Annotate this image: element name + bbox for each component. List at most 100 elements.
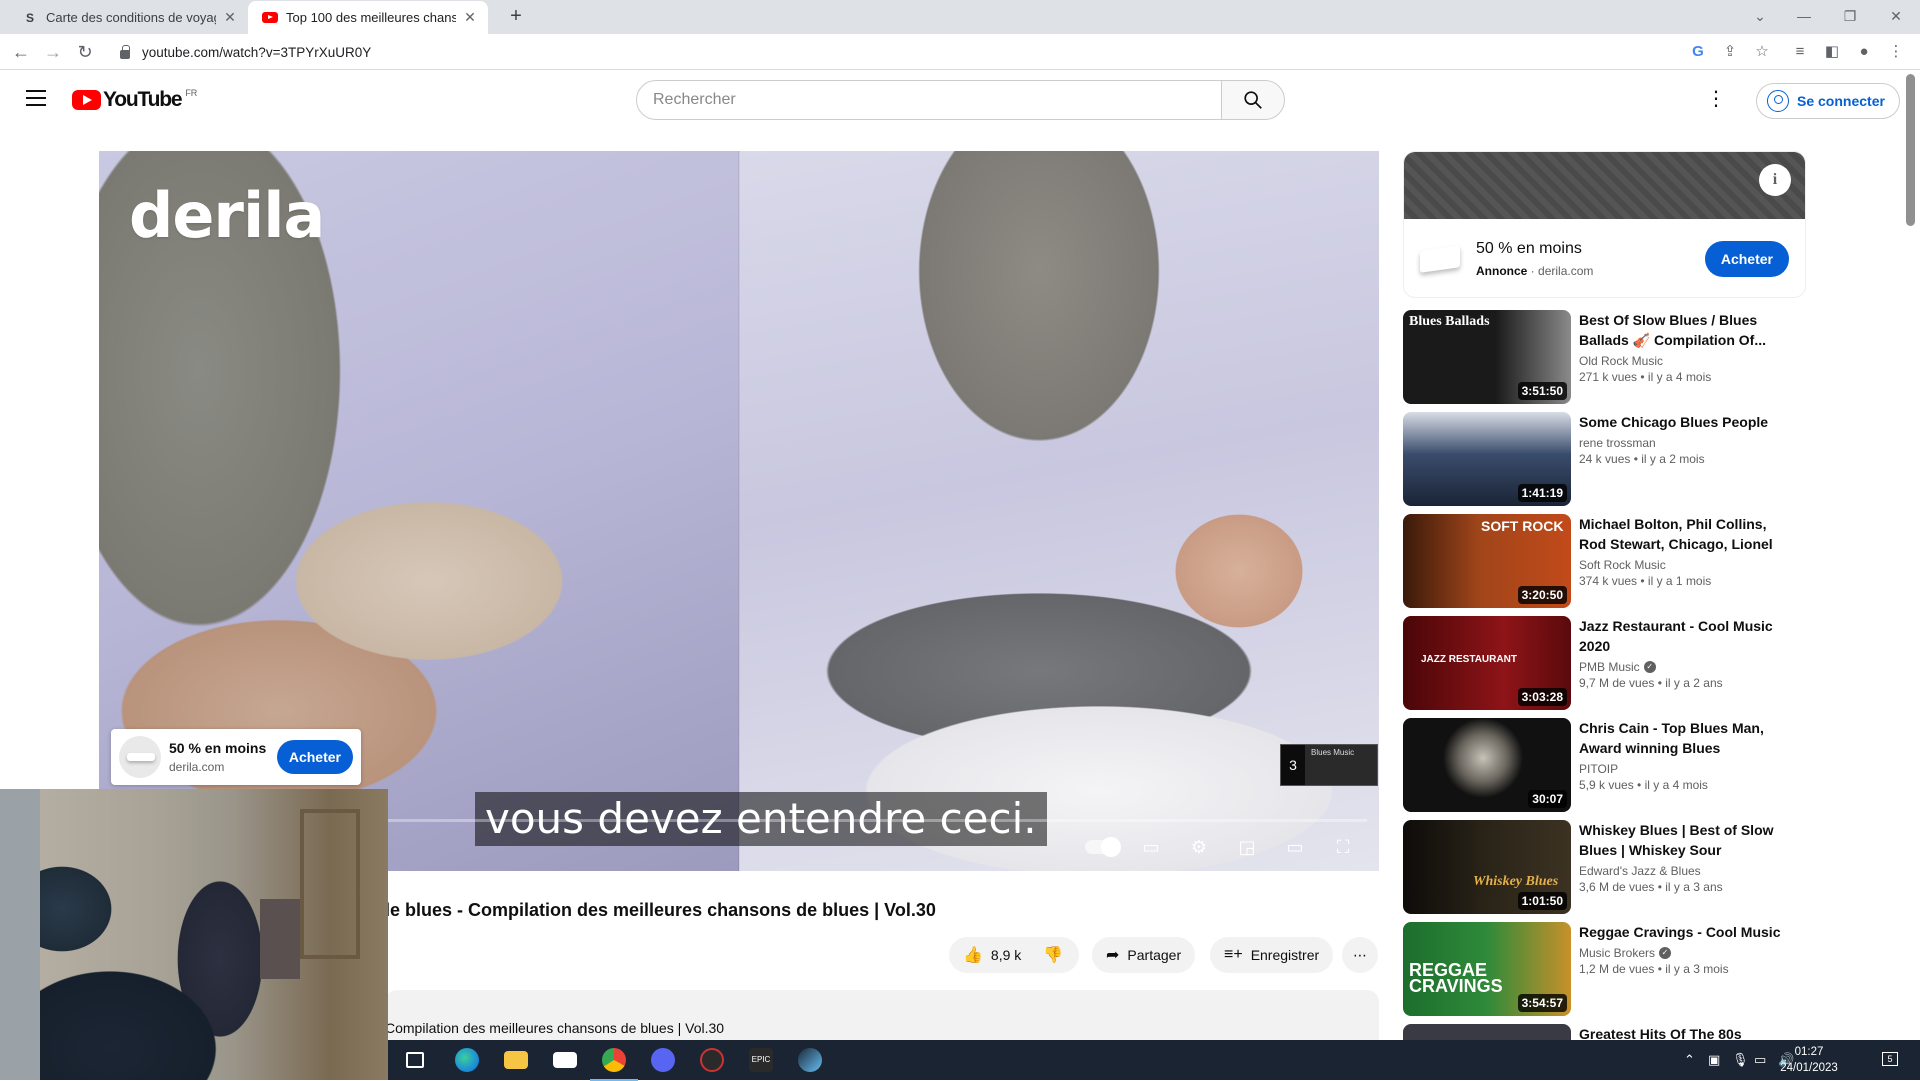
share-arrow-icon: ➦ — [1106, 947, 1120, 964]
upload-age: il y a 3 mois — [1665, 962, 1729, 976]
settings-menu-icon[interactable]: ⋮ — [1706, 88, 1726, 110]
like-button[interactable]: 👍 8,9 k 👎 — [949, 937, 1079, 973]
page-scrollbar[interactable] — [1906, 74, 1915, 226]
verified-check-icon: ✓ — [1659, 947, 1672, 959]
epic-games-icon[interactable]: EPIC — [749, 1048, 773, 1072]
video-thumbnail[interactable]: Whiskey Blues 1:01:50 — [1403, 820, 1571, 914]
bookmark-star-icon[interactable]: ☆ — [1752, 42, 1772, 62]
new-tab-button[interactable]: + — [496, 4, 536, 28]
video-thumbnail[interactable]: 30:07 — [1403, 718, 1571, 812]
list-item[interactable]: REGGAE CRAVINGS 3:54:57 Reggae Cravings … — [1403, 922, 1808, 1016]
ad-tag: Annonce — [1476, 264, 1528, 278]
search-button[interactable] — [1221, 80, 1285, 120]
obs-recorder-icon[interactable] — [700, 1048, 724, 1072]
ad-domain: derila.com — [1538, 264, 1594, 278]
video-thumbnail[interactable]: 1:41:19 — [1403, 412, 1571, 506]
chrome-icon[interactable] — [590, 1048, 638, 1081]
list-item[interactable]: Greatest Hits Of The 80s — [1403, 1024, 1808, 1040]
microphone-icon[interactable]: 🎙 — [1732, 1052, 1749, 1068]
video-thumbnail[interactable]: REGGAE CRAVINGS 3:54:57 — [1403, 922, 1571, 1016]
lock-icon[interactable] — [120, 44, 130, 59]
browser-tab-travel-map[interactable]: S Carte des conditions de voyage ✕ — [8, 1, 248, 34]
overlay-ad-card[interactable]: 50 % en moins derila.com Acheter — [111, 729, 361, 785]
ad-domain: derila.com — [169, 760, 225, 774]
back-arrow-icon[interactable]: ← — [8, 39, 34, 65]
side-panel-icon[interactable]: ◧ — [1822, 42, 1842, 62]
signin-label: Se connecter — [1797, 93, 1885, 109]
share-button[interactable]: ➦ Partager — [1092, 937, 1196, 973]
signin-button[interactable]: Se connecter — [1756, 83, 1900, 119]
autoplay-toggle[interactable] — [1085, 837, 1121, 857]
forward-arrow-icon[interactable]: → — [40, 39, 66, 65]
reload-icon[interactable]: ↻ — [72, 39, 98, 65]
address-bar[interactable]: youtube.com/watch?v=3TPYrXuUR0Y — [110, 37, 1690, 67]
browser-tab-youtube[interactable]: Top 100 des meilleures chansons ✕ — [248, 1, 488, 34]
video-player[interactable]: derila 50 % en moins derila.com Acheter … — [99, 151, 1379, 871]
browser-menu-icon[interactable]: ⋮ — [1886, 42, 1906, 62]
hamburger-menu-icon[interactable] — [26, 90, 46, 106]
video-thumbnail[interactable]: Blues Ballads 3:51:50 — [1403, 310, 1571, 404]
sidebar-ad[interactable]: i 50 % en moins Annonce · derila.com Ach… — [1403, 151, 1806, 298]
google-translate-icon[interactable]: G — [1688, 42, 1708, 62]
restore-button[interactable]: ❐ — [1830, 4, 1870, 28]
close-icon[interactable]: ✕ — [462, 9, 478, 26]
network-icon[interactable]: ▭ — [1754, 1052, 1766, 1068]
video-thumbnail[interactable]: JAZZ RESTAURANT 3:03:28 — [1403, 616, 1571, 710]
buy-button[interactable]: Acheter — [276, 740, 353, 774]
upload-age: il y a 1 mois — [1647, 574, 1712, 588]
subtitles-icon[interactable]: ▭ — [1138, 836, 1164, 858]
task-view-icon[interactable] — [406, 1052, 424, 1068]
duration-badge: 3:03:28 — [1517, 688, 1567, 706]
list-item[interactable]: JAZZ RESTAURANT 3:03:28 Jazz Restaurant … — [1403, 616, 1808, 710]
duration-badge: 3:54:57 — [1517, 994, 1567, 1012]
miniplayer-icon[interactable]: ◲ — [1234, 836, 1260, 858]
search-input[interactable] — [653, 91, 1221, 109]
list-item[interactable]: 1:41:19 Some Chicago Blues People rene t… — [1403, 412, 1808, 506]
list-item[interactable]: Whiskey Blues 1:01:50 Whiskey Blues | Be… — [1403, 820, 1808, 914]
buy-button[interactable]: Acheter — [1704, 241, 1789, 277]
device-icon[interactable]: ▣ — [1708, 1052, 1720, 1068]
logo-wordmark: YouTube — [103, 88, 183, 111]
thumbs-down-icon[interactable]: 👎 — [1043, 945, 1063, 965]
close-icon[interactable]: ✕ — [222, 9, 238, 26]
video-title: le blues - Compilation des meilleures ch… — [385, 900, 936, 920]
profile-avatar-icon[interactable]: ● — [1854, 42, 1874, 62]
more-actions-button[interactable]: ⋯ — [1342, 937, 1378, 973]
region-code: FR — [185, 88, 198, 98]
minimize-button[interactable]: — — [1784, 4, 1824, 28]
theater-mode-icon[interactable]: ▭ — [1282, 836, 1308, 858]
edge-browser-icon[interactable] — [455, 1048, 479, 1072]
verified-check-icon: ✓ — [1643, 661, 1656, 673]
system-clock[interactable]: 01:27 24/01/2023 — [1774, 1044, 1844, 1076]
view-count: 271 k vues — [1579, 370, 1638, 384]
file-explorer-icon[interactable] — [504, 1051, 528, 1069]
endscreen-playlist-thumbnail[interactable]: 3 Blues Music — [1280, 744, 1378, 786]
close-window-button[interactable]: ✕ — [1876, 4, 1916, 28]
more-icon: ⋯ — [1353, 946, 1367, 963]
tab-search-chevron-icon[interactable]: ⌄ — [1740, 4, 1780, 28]
discord-icon[interactable] — [651, 1048, 675, 1072]
save-button[interactable]: ≡+ Enregistrer — [1210, 937, 1334, 973]
info-icon[interactable]: i — [1759, 164, 1791, 196]
list-item[interactable]: 30:07 Chris Cain - Top Blues Man, Award … — [1403, 718, 1808, 812]
video-thumbnail[interactable] — [1403, 1024, 1571, 1040]
media-controls-icon[interactable]: ≡ — [1790, 42, 1810, 62]
steam-icon[interactable] — [798, 1048, 822, 1072]
notification-count: 5 — [1887, 1054, 1893, 1064]
notifications-icon[interactable]: 5 — [1882, 1052, 1898, 1066]
share-icon[interactable]: ⇪ — [1720, 42, 1740, 62]
background-door — [0, 789, 40, 1080]
mail-icon[interactable] — [553, 1052, 577, 1068]
search-icon — [1244, 91, 1262, 109]
search-box — [636, 80, 1222, 120]
list-item[interactable]: Blues Ballads 3:51:50 Best Of Slow Blues… — [1403, 310, 1808, 404]
upload-age: il y a 2 mois — [1641, 452, 1705, 466]
fullscreen-icon[interactable]: ⛶ — [1330, 836, 1356, 858]
settings-gear-icon[interactable]: ⚙ — [1186, 836, 1212, 858]
list-item[interactable]: SOFT ROCK 3:20:50 Michael Bolton, Phil C… — [1403, 514, 1808, 608]
clock-time: 01:27 — [1794, 1046, 1824, 1058]
youtube-logo[interactable]: YouTube FR — [72, 88, 197, 112]
duration-badge: 1:41:19 — [1517, 484, 1567, 502]
tray-chevron-icon[interactable]: ⌃ — [1684, 1052, 1695, 1068]
video-thumbnail[interactable]: SOFT ROCK 3:20:50 — [1403, 514, 1571, 608]
